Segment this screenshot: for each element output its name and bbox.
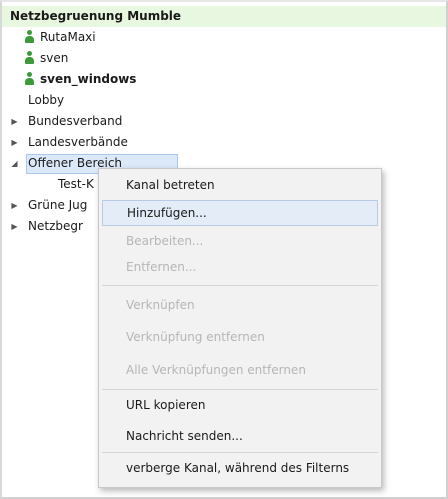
channel-tree-window: Netzbegruenung Mumble RutaMaxi sven sven… [0, 0, 448, 499]
menu-item-bearbeiten: Bearbeiten... [102, 228, 378, 254]
menu-item-alle-verknuepfungen-entfernen: Alle Verknüpfungen entfernen [102, 357, 378, 383]
user-label: sven_windows [40, 72, 137, 86]
menu-item-verberge-kanal[interactable]: verberge Kanal, während des Filterns [102, 455, 378, 481]
menu-item-label: Hinzufügen... [127, 206, 207, 220]
menu-item-label: Alle Verknüpfungen entfernen [126, 363, 306, 377]
menu-item-url-kopieren[interactable]: URL kopieren [102, 392, 378, 418]
menu-item-label: verberge Kanal, während des Filterns [126, 461, 350, 475]
person-icon [24, 30, 35, 43]
channel-context-menu: Kanal betreten Hinzufügen... Bearbeiten.… [98, 168, 382, 488]
menu-item-label: Bearbeiten... [126, 234, 204, 248]
tree-user-sven-windows[interactable]: sven_windows [24, 69, 136, 90]
menu-item-entfernen: Entfernen... [102, 254, 378, 280]
tree-channel-lobby[interactable]: Lobby [2, 90, 202, 111]
user-label: sven [40, 51, 69, 65]
chevron-down-icon[interactable]: ◢ [10, 153, 19, 174]
channel-label: Grüne Jug [28, 198, 88, 212]
menu-item-label: Verknüpfen [126, 298, 195, 312]
channel-label: Netzbegr [28, 219, 83, 233]
menu-item-verknuepfen: Verknüpfen [102, 292, 378, 318]
menu-item-label: Nachricht senden... [126, 429, 243, 443]
menu-item-hinzufuegen[interactable]: Hinzufügen... [102, 200, 378, 226]
channel-label: Landesverbände [28, 135, 128, 149]
tree-root-server[interactable]: Netzbegruenung Mumble [2, 6, 446, 27]
tree-user-rutamaxi[interactable]: RutaMaxi [24, 27, 96, 48]
chevron-right-icon[interactable]: ▶ [10, 132, 19, 153]
menu-separator [102, 285, 378, 286]
menu-item-label: Verknüpfung entfernen [126, 330, 265, 344]
person-icon [24, 51, 35, 64]
menu-separator [102, 389, 378, 390]
menu-item-nachricht-senden[interactable]: Nachricht senden... [102, 423, 378, 449]
channel-label: Lobby [28, 93, 65, 107]
tree-channel-bundesverband[interactable]: ▶ Bundesverband [2, 111, 202, 132]
tree-channel-gruene-jugend[interactable]: ▶ Grüne Jug [2, 195, 102, 216]
tree-channel-netzbegr[interactable]: ▶ Netzbegr [2, 216, 102, 237]
channel-label: Bundesverband [28, 114, 123, 128]
tree-channel-landesverbaende[interactable]: ▶ Landesverbände [2, 132, 202, 153]
menu-separator [102, 452, 378, 453]
chevron-right-icon[interactable]: ▶ [10, 216, 19, 237]
user-label: RutaMaxi [40, 30, 96, 44]
chevron-right-icon[interactable]: ▶ [10, 111, 19, 132]
person-icon [24, 72, 35, 85]
menu-item-label: Kanal betreten [126, 178, 215, 192]
menu-item-label: URL kopieren [126, 398, 206, 412]
channel-label: Test-K [58, 177, 94, 191]
menu-item-kanal-betreten[interactable]: Kanal betreten [102, 172, 378, 198]
chevron-right-icon[interactable]: ▶ [10, 195, 19, 216]
menu-item-verknuepfung-entfernen: Verknüpfung entfernen [102, 324, 378, 350]
menu-item-label: Entfernen... [126, 260, 197, 274]
tree-user-sven[interactable]: sven [24, 48, 68, 69]
root-server-label: Netzbegruenung Mumble [10, 9, 182, 23]
